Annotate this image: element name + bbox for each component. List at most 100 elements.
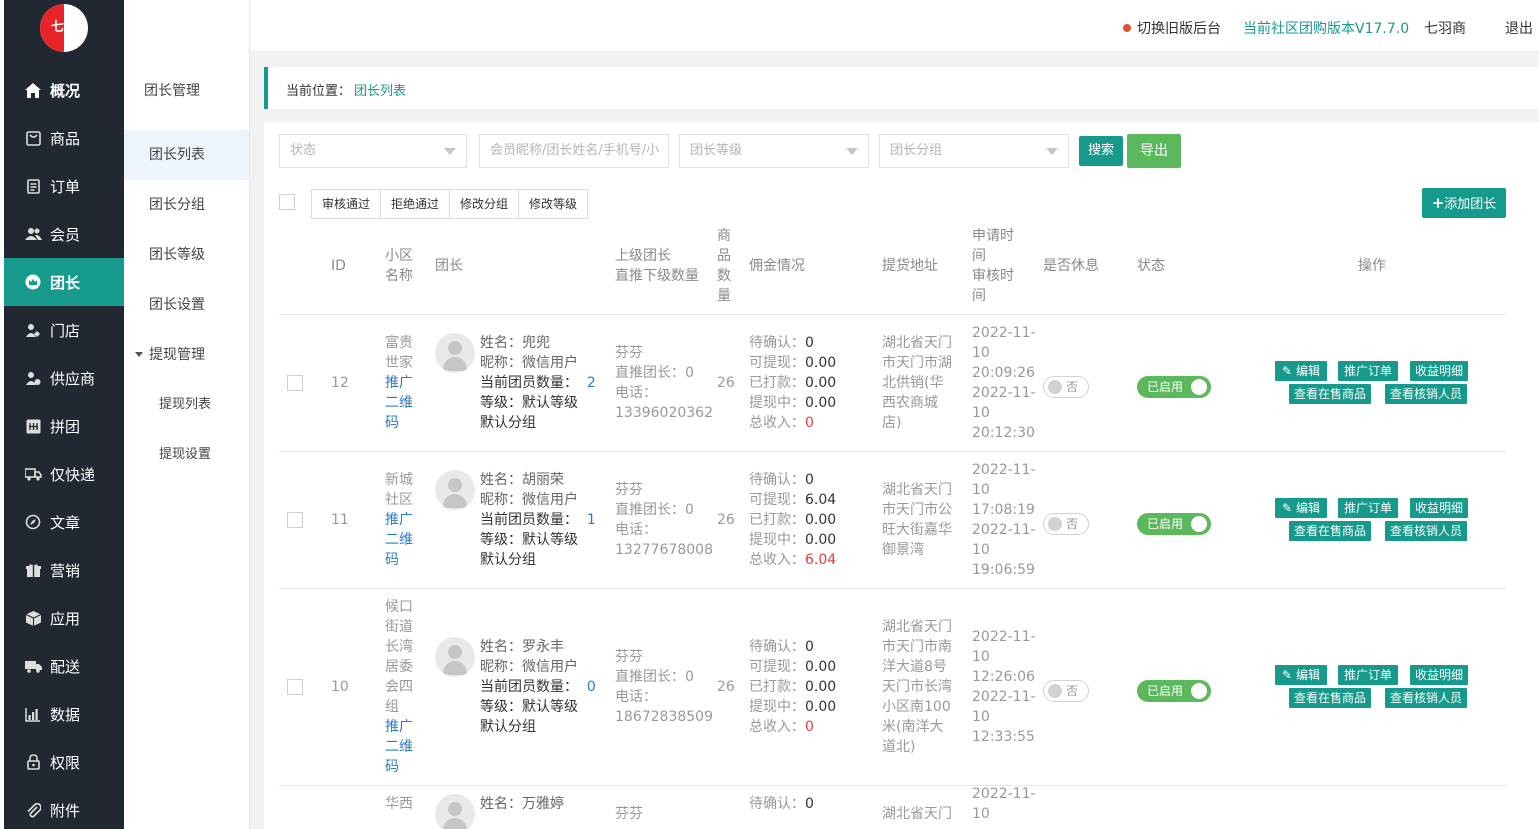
rest-toggle[interactable]: 否 bbox=[1043, 513, 1089, 535]
row-community: 候口 街道 长湾 居委 会四组 推广 二维码 bbox=[385, 599, 413, 777]
goods-count: 26 bbox=[717, 679, 735, 695]
toggle-knob bbox=[1191, 379, 1207, 395]
change-group-button[interactable]: 修改分组 bbox=[450, 190, 520, 218]
switch-old-backend-link[interactable]: 切换旧版后台 bbox=[1123, 18, 1221, 38]
promo-orders-button[interactable]: 推广订单 bbox=[1338, 361, 1398, 381]
avatar-head bbox=[448, 802, 462, 816]
approve-button[interactable]: 审核通过 bbox=[312, 190, 382, 218]
delivery-icon bbox=[24, 657, 42, 675]
nav-item-permissions[interactable]: 权限 bbox=[4, 738, 124, 786]
header-status: 状态 bbox=[1137, 258, 1165, 274]
member-count-link[interactable]: 0 bbox=[587, 679, 596, 695]
promo-orders-button[interactable]: 推广订单 bbox=[1338, 665, 1398, 685]
verifiers-button[interactable]: 查看核销人员 bbox=[1385, 521, 1467, 541]
row-checkbox[interactable] bbox=[287, 679, 303, 695]
nav-item-marketing[interactable]: 营销 bbox=[4, 546, 124, 594]
row-checkbox[interactable] bbox=[287, 375, 303, 391]
main-nav: 概况 商品 订单 会员 团长 门店 供应商 拼团 仅快递 文章 营销 应用 配送… bbox=[4, 66, 124, 829]
select-all-checkbox[interactable] bbox=[279, 194, 295, 210]
goods-on-sale-button[interactable]: 查看在售商品 bbox=[1289, 521, 1371, 541]
nav-item-goods[interactable]: 商品 bbox=[4, 114, 124, 162]
header-divider bbox=[279, 314, 1506, 315]
level-select[interactable]: 团长等级 bbox=[679, 134, 869, 168]
promo-orders-button[interactable]: 推广订单 bbox=[1338, 498, 1398, 518]
search-button[interactable]: 搜索 bbox=[1079, 136, 1123, 166]
change-level-button[interactable]: 修改等级 bbox=[519, 190, 587, 218]
nav-item-orders[interactable]: 订单 bbox=[4, 162, 124, 210]
nav-item-delivery[interactable]: 配送 bbox=[4, 642, 124, 690]
logout-link[interactable]: 退出 bbox=[1505, 18, 1533, 38]
member-count-link[interactable]: 1 bbox=[587, 512, 596, 528]
header-community: 小区 名称 bbox=[385, 248, 413, 284]
subnav-item-withdraw-settings[interactable]: 提现设置 bbox=[124, 430, 249, 480]
avatar-body bbox=[443, 818, 467, 829]
nav-item-stores[interactable]: 门店 bbox=[4, 306, 124, 354]
nav-item-leaders[interactable]: 团长 bbox=[4, 258, 124, 306]
status-toggle[interactable]: 已启用 bbox=[1137, 680, 1211, 702]
avatar-head bbox=[448, 341, 462, 355]
nav-item-suppliers[interactable]: 供应商 bbox=[4, 354, 124, 402]
income-detail-button[interactable]: 收益明细 bbox=[1410, 665, 1468, 685]
truck-icon bbox=[24, 465, 42, 483]
row-id: 12 bbox=[331, 375, 349, 391]
promo-qr-link[interactable]: 推广 二维码 bbox=[385, 510, 413, 570]
subnav-item-leader-groups[interactable]: 团长分组 bbox=[124, 180, 249, 230]
header-id: ID bbox=[331, 258, 346, 274]
nav-item-articles[interactable]: 文章 bbox=[4, 498, 124, 546]
nav-item-apps[interactable]: 应用 bbox=[4, 594, 124, 642]
goods-on-sale-button[interactable]: 查看在售商品 bbox=[1289, 384, 1371, 404]
subnav-item-withdraw-list[interactable]: 提现列表 bbox=[124, 380, 249, 430]
nav-label: 权限 bbox=[50, 753, 81, 772]
subnav-section-withdraw[interactable]: 提现管理 bbox=[124, 330, 249, 380]
compass-icon bbox=[24, 513, 42, 531]
edit-button[interactable]: ✎ 编辑 bbox=[1275, 498, 1327, 518]
nav-label: 配送 bbox=[50, 657, 81, 676]
parent-info: 芬芬 直推团长：0 电话： 13277678008 bbox=[615, 482, 713, 558]
app-logo[interactable]: 七羽 bbox=[40, 4, 88, 52]
breadcrumb-current[interactable]: 团长列表 bbox=[354, 80, 406, 99]
chevron-down-icon bbox=[444, 148, 456, 155]
nav-item-attachments[interactable]: 附件 bbox=[4, 786, 124, 829]
avatar-head bbox=[448, 645, 462, 659]
subnav-item-leader-levels[interactable]: 团长等级 bbox=[124, 230, 249, 280]
pickup-address: 湖北省天门 市天门市公 旺大街嘉华 御景湾 bbox=[882, 482, 952, 558]
verifiers-button[interactable]: 查看核销人员 bbox=[1385, 688, 1467, 708]
rest-toggle[interactable]: 否 bbox=[1043, 680, 1089, 702]
subnav-section-leaders[interactable]: 团长管理 bbox=[124, 66, 249, 116]
nav-item-groupbuy[interactable]: 拼团 bbox=[4, 402, 124, 450]
header-leader: 团长 bbox=[435, 258, 463, 274]
avatar-body bbox=[443, 661, 467, 675]
subnav-item-leader-list[interactable]: 团长列表 bbox=[124, 130, 249, 180]
leader-info: 姓名：罗永丰 昵称：微信用户 当前团员数量： 0 等级：默认等级 默认分组 bbox=[480, 639, 596, 735]
status-select[interactable]: 状态 bbox=[279, 134, 467, 168]
version-label[interactable]: 当前社区团购版本V17.7.0 bbox=[1243, 18, 1409, 38]
promo-qr-link[interactable]: 推广 二维码 bbox=[385, 717, 413, 777]
promo-qr-link[interactable]: 推广 二维码 bbox=[385, 373, 413, 433]
user-name[interactable]: 七羽商 bbox=[1424, 18, 1466, 38]
nav-item-data[interactable]: 数据 bbox=[4, 690, 124, 738]
verifiers-button[interactable]: 查看核销人员 bbox=[1385, 384, 1467, 404]
export-button[interactable]: 导出 bbox=[1127, 134, 1181, 168]
member-count-link[interactable]: 2 bbox=[587, 375, 596, 391]
subnav-item-leader-settings[interactable]: 团长设置 bbox=[124, 280, 249, 330]
reject-button[interactable]: 拒绝通过 bbox=[381, 190, 451, 218]
row-checkbox[interactable] bbox=[287, 512, 303, 528]
status-toggle[interactable]: 已启用 bbox=[1137, 513, 1211, 535]
goods-on-sale-button[interactable]: 查看在售商品 bbox=[1289, 688, 1371, 708]
rest-toggle[interactable]: 否 bbox=[1043, 376, 1089, 398]
edit-button[interactable]: ✎ 编辑 bbox=[1275, 361, 1327, 381]
nav-label: 团长 bbox=[50, 273, 81, 292]
keyword-search-input[interactable]: 会员昵称/团长姓名/手机号/小 bbox=[479, 134, 669, 168]
leader-info: 姓名：胡丽荣 昵称：微信用户 当前团员数量： 1 等级：默认等级 默认分组 bbox=[480, 472, 596, 568]
status-toggle[interactable]: 已启用 bbox=[1137, 376, 1211, 398]
add-leader-button[interactable]: +添加团长 bbox=[1422, 188, 1506, 218]
income-detail-button[interactable]: 收益明细 bbox=[1410, 498, 1468, 518]
nav-label: 订单 bbox=[50, 177, 81, 196]
edit-button[interactable]: ✎ 编辑 bbox=[1275, 665, 1327, 685]
group-select[interactable]: 团长分组 bbox=[879, 134, 1069, 168]
nav-item-overview[interactable]: 概况 bbox=[4, 66, 124, 114]
income-detail-button[interactable]: 收益明细 bbox=[1410, 361, 1468, 381]
nav-item-express[interactable]: 仅快递 bbox=[4, 450, 124, 498]
toggle-knob bbox=[1048, 684, 1062, 698]
nav-item-members[interactable]: 会员 bbox=[4, 210, 124, 258]
